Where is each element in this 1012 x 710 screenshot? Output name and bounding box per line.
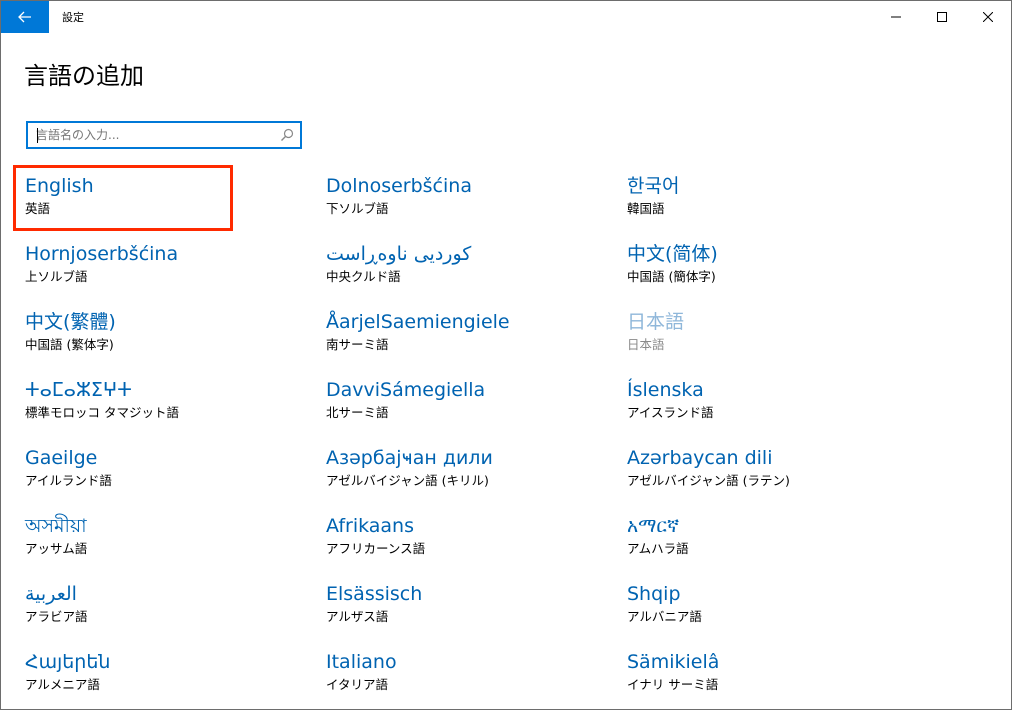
- language-item[interactable]: 中文(繁體) 中国語 (繁体字): [25, 309, 315, 365]
- language-native-name: Sämikielâ: [627, 651, 720, 673]
- language-item[interactable]: Gaeilge アイルランド語: [25, 445, 315, 501]
- language-item[interactable]: 日本語 日本語: [627, 309, 917, 365]
- language-local-name: 下ソルブ語: [326, 201, 389, 216]
- language-native-name: Íslenska: [627, 379, 704, 401]
- language-native-name: کوردیی ناوەڕاست: [326, 243, 472, 265]
- language-local-name: アムハラ語: [627, 541, 689, 556]
- language-native-name: ⵜⴰⵎⴰⵣⵉⵖⵜ: [25, 379, 132, 401]
- search-box[interactable]: [26, 121, 302, 149]
- language-local-name: 韓国語: [627, 201, 665, 216]
- language-item[interactable]: Hornjoserbšćina 上ソルブ語: [25, 241, 315, 297]
- language-local-name: アイスランド語: [627, 405, 714, 420]
- language-native-name: 中文(简体): [627, 243, 718, 265]
- language-item[interactable]: English 英語: [25, 173, 315, 229]
- language-local-name: 北サーミ語: [326, 405, 389, 420]
- language-local-name: アフリカーンス語: [326, 541, 426, 556]
- language-native-name: Afrikaans: [326, 515, 414, 537]
- language-item[interactable]: Dolnoserbšćina 下ソルブ語: [326, 173, 616, 229]
- language-native-name: অসমীয়া: [25, 515, 87, 537]
- language-item[interactable]: ÅarjelSaemiengiele 南サーミ語: [326, 309, 616, 365]
- language-native-name: 日本語: [627, 311, 685, 333]
- language-native-name: Shqip: [627, 583, 681, 605]
- text-caret: [37, 128, 38, 143]
- language-local-name: 標準モロッコ タマジット語: [25, 405, 179, 420]
- page-title: 言語の追加: [24, 62, 144, 90]
- language-native-name: Dolnoserbšćina: [326, 175, 472, 197]
- language-item[interactable]: Azərbaycan dili アゼルバイジャン語 (ラテン): [627, 445, 917, 501]
- language-item[interactable]: 中文(简体) 中国語 (簡体字): [627, 241, 917, 297]
- language-native-name: 한국어: [627, 175, 680, 197]
- language-native-name: Հայերեն: [25, 651, 111, 673]
- language-local-name: アルバニア語: [627, 609, 702, 624]
- language-item[interactable]: العربية アラビア語: [25, 581, 315, 637]
- language-native-name: English: [25, 175, 94, 197]
- language-item[interactable]: ⵜⴰⵎⴰⵣⵉⵖⵜ 標準モロッコ タマジット語: [25, 377, 315, 433]
- language-local-name: アゼルバイジャン語 (キリル): [326, 473, 489, 488]
- language-item[interactable]: Elsässisch アルザス語: [326, 581, 616, 637]
- language-local-name: アラビア語: [25, 609, 88, 624]
- window-title: 設定: [62, 11, 84, 24]
- maximize-icon: [937, 12, 947, 22]
- close-icon: [983, 12, 993, 22]
- search-input[interactable]: [36, 126, 276, 144]
- language-native-name: Azərbaycan dili: [627, 447, 773, 469]
- language-local-name: 上ソルブ語: [25, 269, 88, 284]
- title-bar: 設定: [1, 1, 1011, 33]
- language-item[interactable]: অসমীয়া アッサム語: [25, 513, 315, 569]
- close-button[interactable]: [965, 1, 1011, 33]
- language-local-name: アゼルバイジャン語 (ラテン): [627, 473, 790, 488]
- language-item[interactable]: Italiano イタリア語: [326, 649, 616, 705]
- language-native-name: Азәрбајҹан дили: [326, 447, 493, 469]
- language-native-name: العربية: [25, 583, 77, 605]
- language-item[interactable]: DavviSámegiella 北サーミ語: [326, 377, 616, 433]
- language-native-name: 中文(繁體): [25, 311, 116, 333]
- language-native-name: Italiano: [326, 651, 397, 673]
- language-native-name: ÅarjelSaemiengiele: [326, 311, 510, 333]
- language-local-name: 中国語 (繁体字): [25, 337, 114, 352]
- maximize-button[interactable]: [919, 1, 965, 33]
- minimize-icon: [891, 16, 901, 18]
- language-local-name: アイルランド語: [25, 473, 112, 488]
- language-local-name: 中央クルド語: [326, 269, 401, 284]
- language-native-name: አማርኛ: [627, 515, 680, 537]
- back-button[interactable]: [1, 1, 49, 33]
- language-item[interactable]: አማርኛ アムハラ語: [627, 513, 917, 569]
- language-item[interactable]: Sämikielâ イナリ サーミ語: [627, 649, 917, 705]
- language-local-name: 英語: [25, 201, 51, 216]
- language-item[interactable]: Հայերեն アルメニア語: [25, 649, 315, 705]
- settings-window: 設定 言語の追加 English 英語 Dolnoserbšćina 下ソルブ語 한국어…: [0, 0, 1012, 710]
- minimize-button[interactable]: [873, 1, 919, 33]
- language-native-name: DavviSámegiella: [326, 379, 486, 401]
- language-local-name: イナリ サーミ語: [627, 677, 719, 692]
- language-item[interactable]: Shqip アルバニア語: [627, 581, 917, 637]
- language-item[interactable]: 한국어 韓国語: [627, 173, 917, 229]
- arrow-left-icon: [18, 11, 31, 23]
- language-item[interactable]: کوردیی ناوەڕاست 中央クルド語: [326, 241, 616, 297]
- language-native-name: Elsässisch: [326, 583, 423, 605]
- language-local-name: イタリア語: [326, 677, 389, 692]
- language-native-name: Hornjoserbšćina: [25, 243, 179, 265]
- language-item[interactable]: Afrikaans アフリカーンス語: [326, 513, 616, 569]
- language-item[interactable]: Азәрбајҹан дили アゼルバイジャン語 (キリル): [326, 445, 616, 501]
- language-local-name: アルザス語: [326, 609, 389, 624]
- language-local-name: 日本語: [627, 337, 665, 352]
- search-icon[interactable]: [280, 128, 294, 142]
- language-local-name: 南サーミ語: [326, 337, 389, 352]
- language-local-name: アルメニア語: [25, 677, 100, 692]
- language-native-name: Gaeilge: [25, 447, 98, 469]
- language-local-name: 中国語 (簡体字): [627, 269, 716, 284]
- language-local-name: アッサム語: [25, 541, 88, 556]
- language-item[interactable]: Íslenska アイスランド語: [627, 377, 917, 433]
